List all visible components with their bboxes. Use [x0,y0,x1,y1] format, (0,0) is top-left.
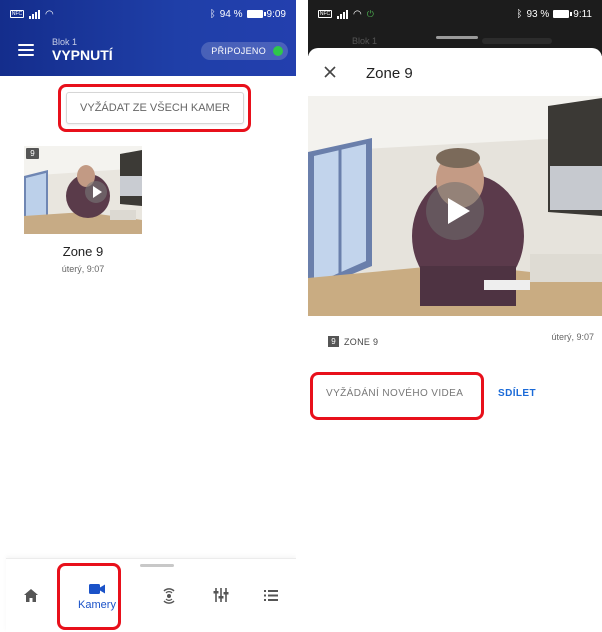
camera-list-screen: NFC ◠ ᛒ 94 % 9:09 Blok 1 VYPNUTÍ PŘIPOJE… [0,0,296,632]
close-icon[interactable] [324,66,336,78]
zone-label: ZONE 9 [344,337,379,347]
appbar-title: VYPNUTÍ [52,47,113,63]
battery-text: 93 % [526,8,550,20]
nav-controls[interactable] [196,559,246,632]
nav-sensors[interactable] [144,559,194,632]
bluetooth-icon: ᛒ [209,8,216,20]
sim-icon: NFC [318,10,332,18]
sensor-icon [163,588,175,604]
camera-snapshot-image [24,146,142,234]
sheet-title: Zone 9 [366,65,413,82]
nav-list[interactable] [246,559,296,632]
battery-icon [553,10,573,18]
video-player[interactable] [308,96,602,316]
battery-text: 94 % [219,8,243,20]
notification-icon: ⏻ [366,8,374,19]
play-icon [448,198,470,224]
battery-icon [246,10,266,18]
signal-icon [29,9,40,19]
clock: 9:09 [266,8,286,20]
signal-icon [337,9,348,19]
play-button[interactable] [426,182,484,240]
wifi-icon: ◠ [353,8,362,20]
highlight-box [58,84,251,132]
camera-thumbnail[interactable]: 9 [24,146,142,234]
video-timestamp: úterý, 9:07 [551,332,594,342]
background-status-pill [482,38,552,44]
bottom-navigation: Kamery [6,558,296,632]
menu-icon[interactable] [18,44,34,56]
status-bar: NFC ◠ ᛒ 94 % 9:09 [0,0,296,28]
background-subtitle: Blok 1 [352,36,378,46]
camera-detail-screen: NFC ◠ ⏻ ᛒ 93 % 9:11 Blok 1 Zone 9 9 ZONE… [308,0,602,632]
connection-dot-icon [273,46,283,56]
app-bar: NFC ◠ ᛒ 94 % 9:09 Blok 1 VYPNUTÍ PŘIPOJE… [0,0,296,76]
wifi-icon: ◠ [45,8,54,20]
share-button[interactable]: SDÍLET [498,388,536,399]
status-bar: NFC ◠ ⏻ ᛒ 93 % 9:11 [308,0,602,28]
home-icon [24,589,38,602]
clock: 9:11 [573,8,592,20]
camera-name: Zone 9 [62,244,104,259]
camera-detail-sheet: Zone 9 9 ZONE 9 úterý, 9:07 VYŽÁDÁNÍ NOV… [308,48,602,632]
connection-label: PŘIPOJENO [211,46,266,56]
camera-timestamp: úterý, 9:07 [61,264,105,274]
zone-number-badge: 9 [328,336,339,347]
sim-icon: NFC [10,10,24,18]
list-icon [264,590,278,601]
nav-home[interactable] [6,559,56,632]
highlight-box [310,372,484,420]
zone-number-badge: 9 [26,148,39,159]
bluetooth-icon: ᛒ [516,8,523,20]
appbar-subtitle: Blok 1 [52,37,78,47]
highlight-box [57,563,121,630]
sliders-icon [213,588,229,602]
connection-status[interactable]: PŘIPOJENO [201,42,288,60]
sheet-drag-handle[interactable] [436,36,478,39]
